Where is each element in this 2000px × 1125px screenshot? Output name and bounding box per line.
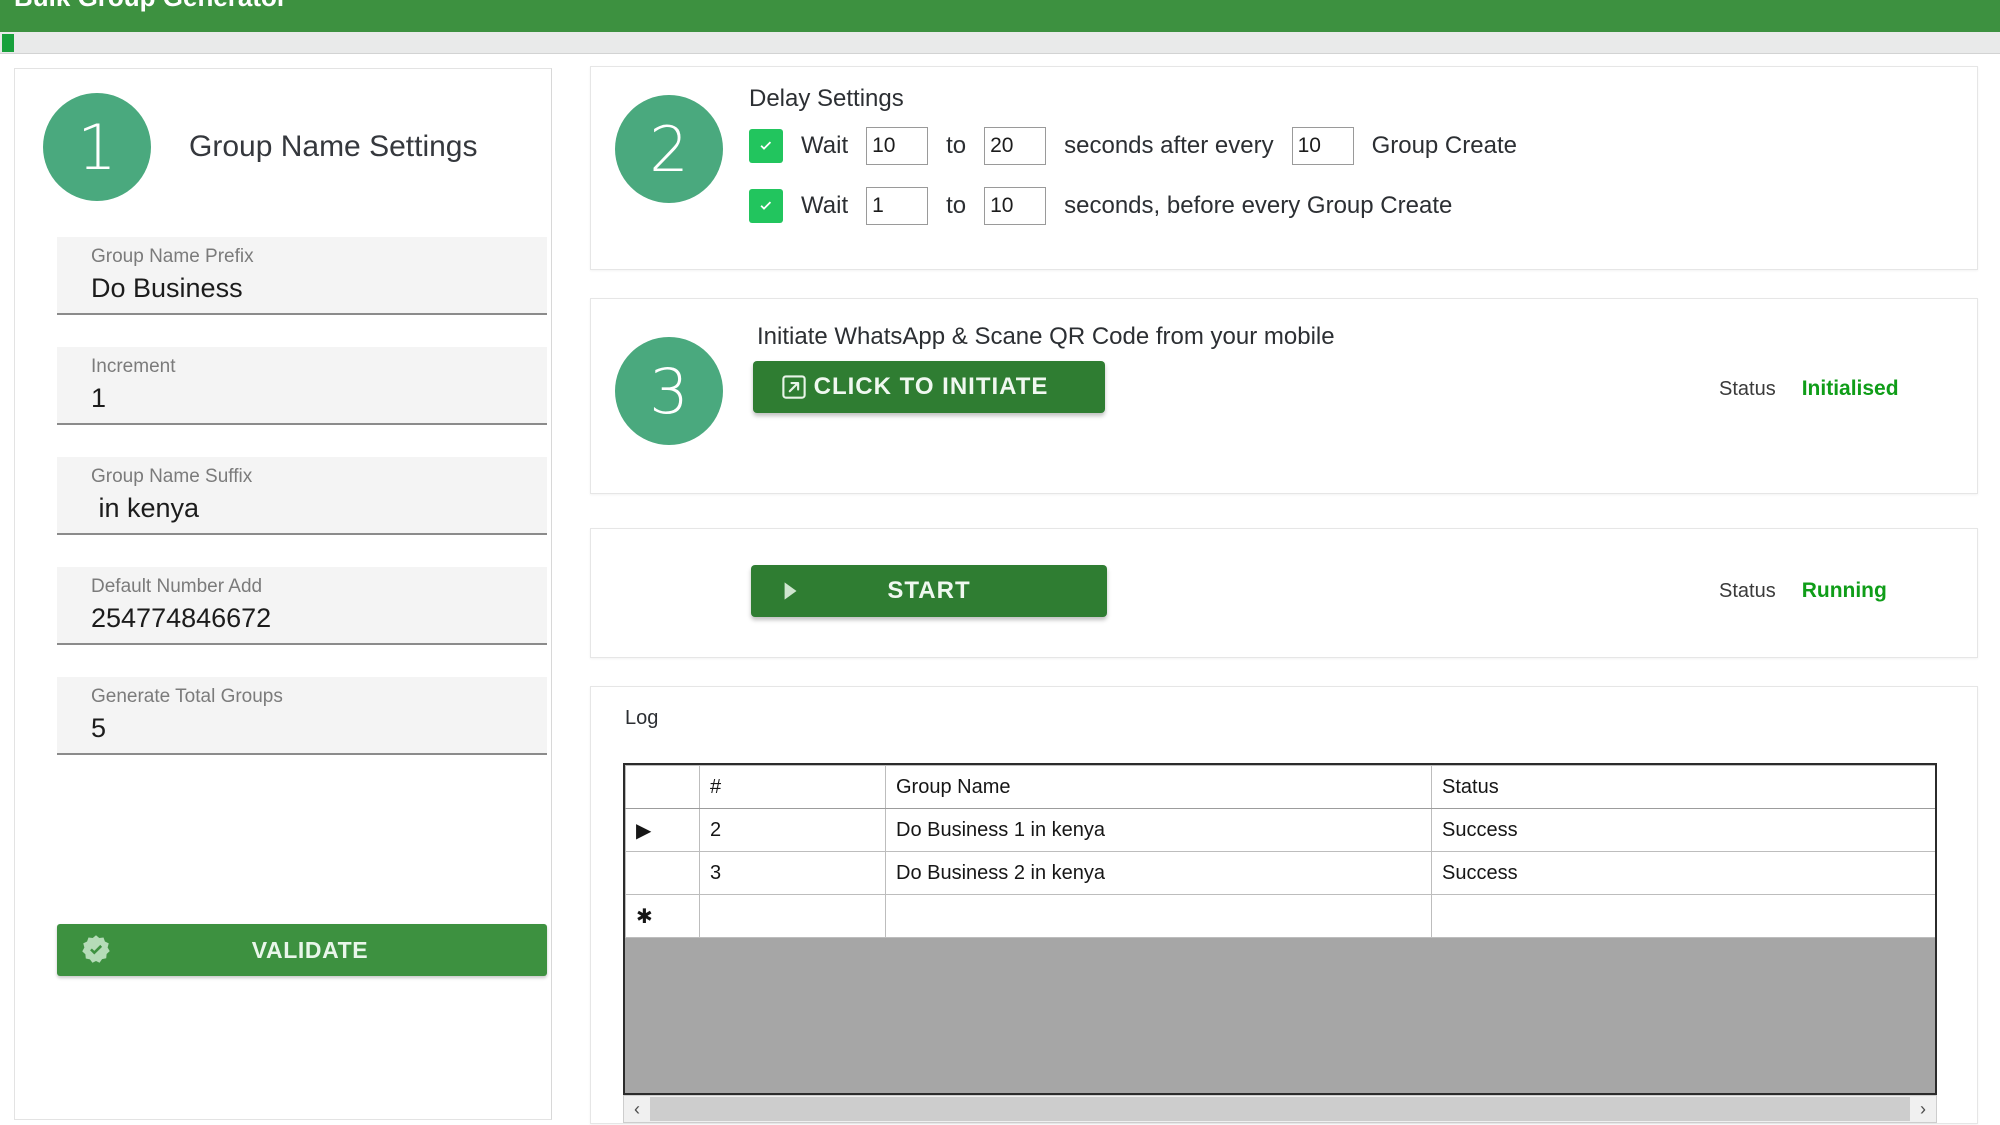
start-status-value: Running — [1801, 579, 1887, 602]
seal-check-icon — [79, 933, 113, 967]
scrollbar-thumb[interactable] — [650, 1097, 1910, 1121]
field-label: Group Name Suffix — [91, 466, 253, 487]
window-title: Bulk Group Generator — [14, 0, 287, 12]
group-name-settings-panel: 1 Group Name Settings Group Name Prefix … — [14, 68, 552, 1120]
group-name-suffix-input[interactable] — [91, 493, 531, 524]
scroll-left-arrow-icon[interactable]: ‹ — [624, 1096, 650, 1122]
initiate-status-value: Initialised — [1801, 377, 1899, 400]
wait-after-to-label: to — [946, 132, 967, 159]
row-status-cell[interactable] — [1431, 894, 1935, 938]
table-row[interactable]: ▶ 2 Do Business 1 in kenya Success — [625, 808, 1935, 852]
generate-total-groups-input[interactable] — [91, 713, 531, 744]
row-indicator-icon — [625, 851, 700, 895]
delay-settings-card: 2 Delay Settings Wait to seconds after e… — [590, 66, 1978, 270]
log-horizontal-scrollbar[interactable]: ‹ › — [623, 1095, 1937, 1123]
row-status-cell[interactable]: Success — [1431, 808, 1935, 852]
group-name-prefix-input[interactable] — [91, 273, 531, 304]
column-header-group-name[interactable]: Group Name — [885, 765, 1432, 809]
validate-button[interactable]: VALIDATE — [57, 924, 547, 976]
click-to-initiate-label: CLICK TO INITIATE — [813, 373, 1049, 400]
menu-grip-icon — [2, 34, 14, 52]
wait-after-checkbox[interactable] — [749, 129, 783, 163]
wait-before-to-label: to — [946, 192, 967, 219]
field-label: Group Name Prefix — [91, 246, 254, 267]
field-group-name-prefix[interactable]: Group Name Prefix — [57, 237, 547, 315]
row-number-cell[interactable]: 2 — [699, 808, 886, 852]
validate-button-label: VALIDATE — [251, 936, 369, 963]
wait-before-min-input[interactable] — [866, 187, 929, 225]
table-new-row[interactable]: ✱ — [625, 894, 1935, 938]
row-group-name-cell[interactable] — [885, 894, 1432, 938]
row-number-cell[interactable]: 3 — [699, 851, 886, 895]
row-status-cell[interactable]: Success — [1431, 851, 1935, 895]
field-generate-total-groups[interactable]: Generate Total Groups — [57, 677, 547, 755]
step-3-number-badge: 3 — [615, 337, 723, 445]
start-button-label: START — [887, 577, 971, 604]
field-label: Increment — [91, 356, 176, 377]
delay-settings-title: Delay Settings — [749, 85, 904, 112]
new-row-asterisk-icon: ✱ — [625, 894, 700, 938]
initiate-status-label: Status — [1719, 377, 1776, 400]
delay-row-before: Wait to seconds, before every Group Crea… — [749, 187, 1470, 225]
initiate-status: Status Initialised — [1719, 377, 1899, 401]
wait-after-min-input[interactable] — [866, 127, 929, 165]
wait-before-tail-label: seconds, before every Group Create — [1064, 192, 1453, 219]
log-grid[interactable]: # Group Name Status ▶ 2 Do Business 1 in… — [623, 763, 1937, 1095]
step-2-number-badge: 2 — [615, 95, 723, 203]
table-header-row: # Group Name Status — [625, 765, 1935, 809]
field-default-number-add[interactable]: Default Number Add — [57, 567, 547, 645]
delay-row-after: Wait to seconds after every Group Create — [749, 127, 1535, 165]
wait-before-checkbox[interactable] — [749, 189, 783, 223]
start-card: START Status Running — [590, 528, 1978, 658]
click-to-initiate-button[interactable]: CLICK TO INITIATE — [753, 361, 1105, 413]
field-label: Generate Total Groups — [91, 686, 283, 707]
initiate-whatsapp-card: 3 Initiate WhatsApp & Scane QR Code from… — [590, 298, 1978, 494]
field-increment[interactable]: Increment — [57, 347, 547, 425]
initiate-instruction-text: Initiate WhatsApp & Scane QR Code from y… — [757, 323, 1335, 350]
field-label: Default Number Add — [91, 576, 263, 597]
step-1-number-badge: 1 — [43, 93, 151, 201]
column-header-indicator[interactable] — [625, 765, 700, 809]
external-link-icon — [779, 372, 809, 402]
window-title-bar: Bulk Group Generator — [0, 0, 2000, 32]
column-header-number[interactable]: # — [699, 765, 886, 809]
row-group-name-cell[interactable]: Do Business 1 in kenya — [885, 808, 1432, 852]
log-card: Log # Group Name Status ▶ 2 Do Business … — [590, 686, 1978, 1124]
scroll-right-arrow-icon[interactable]: › — [1910, 1096, 1936, 1122]
column-header-status[interactable]: Status — [1431, 765, 1935, 809]
start-status-label: Status — [1719, 579, 1776, 602]
log-table: # Group Name Status ▶ 2 Do Business 1 in… — [625, 765, 1935, 938]
wait-after-count-input[interactable] — [1291, 127, 1354, 165]
default-number-add-input[interactable] — [91, 603, 531, 634]
wait-before-label: Wait — [801, 192, 849, 219]
row-group-name-cell[interactable]: Do Business 2 in kenya — [885, 851, 1432, 895]
step-1-header: 1 Group Name Settings — [43, 93, 477, 201]
wait-after-mid-label: seconds after every — [1064, 132, 1274, 159]
step-3-header: 3 — [615, 337, 723, 445]
step-2-header: 2 — [615, 95, 723, 203]
step-1-title: Group Name Settings — [189, 130, 478, 163]
wait-before-max-input[interactable] — [984, 187, 1047, 225]
table-row[interactable]: 3 Do Business 2 in kenya Success — [625, 851, 1935, 895]
field-group-name-suffix[interactable]: Group Name Suffix — [57, 457, 547, 535]
menu-strip — [0, 32, 2000, 54]
row-number-cell[interactable] — [699, 894, 886, 938]
increment-input[interactable] — [91, 383, 531, 414]
row-indicator-icon: ▶ — [625, 808, 700, 852]
play-icon — [777, 578, 803, 604]
wait-after-label: Wait — [801, 132, 849, 159]
start-button[interactable]: START — [751, 565, 1107, 617]
wait-after-max-input[interactable] — [984, 127, 1047, 165]
log-label: Log — [625, 707, 659, 729]
start-status: Status Running — [1719, 579, 1887, 603]
wait-after-tail-label: Group Create — [1371, 132, 1517, 159]
